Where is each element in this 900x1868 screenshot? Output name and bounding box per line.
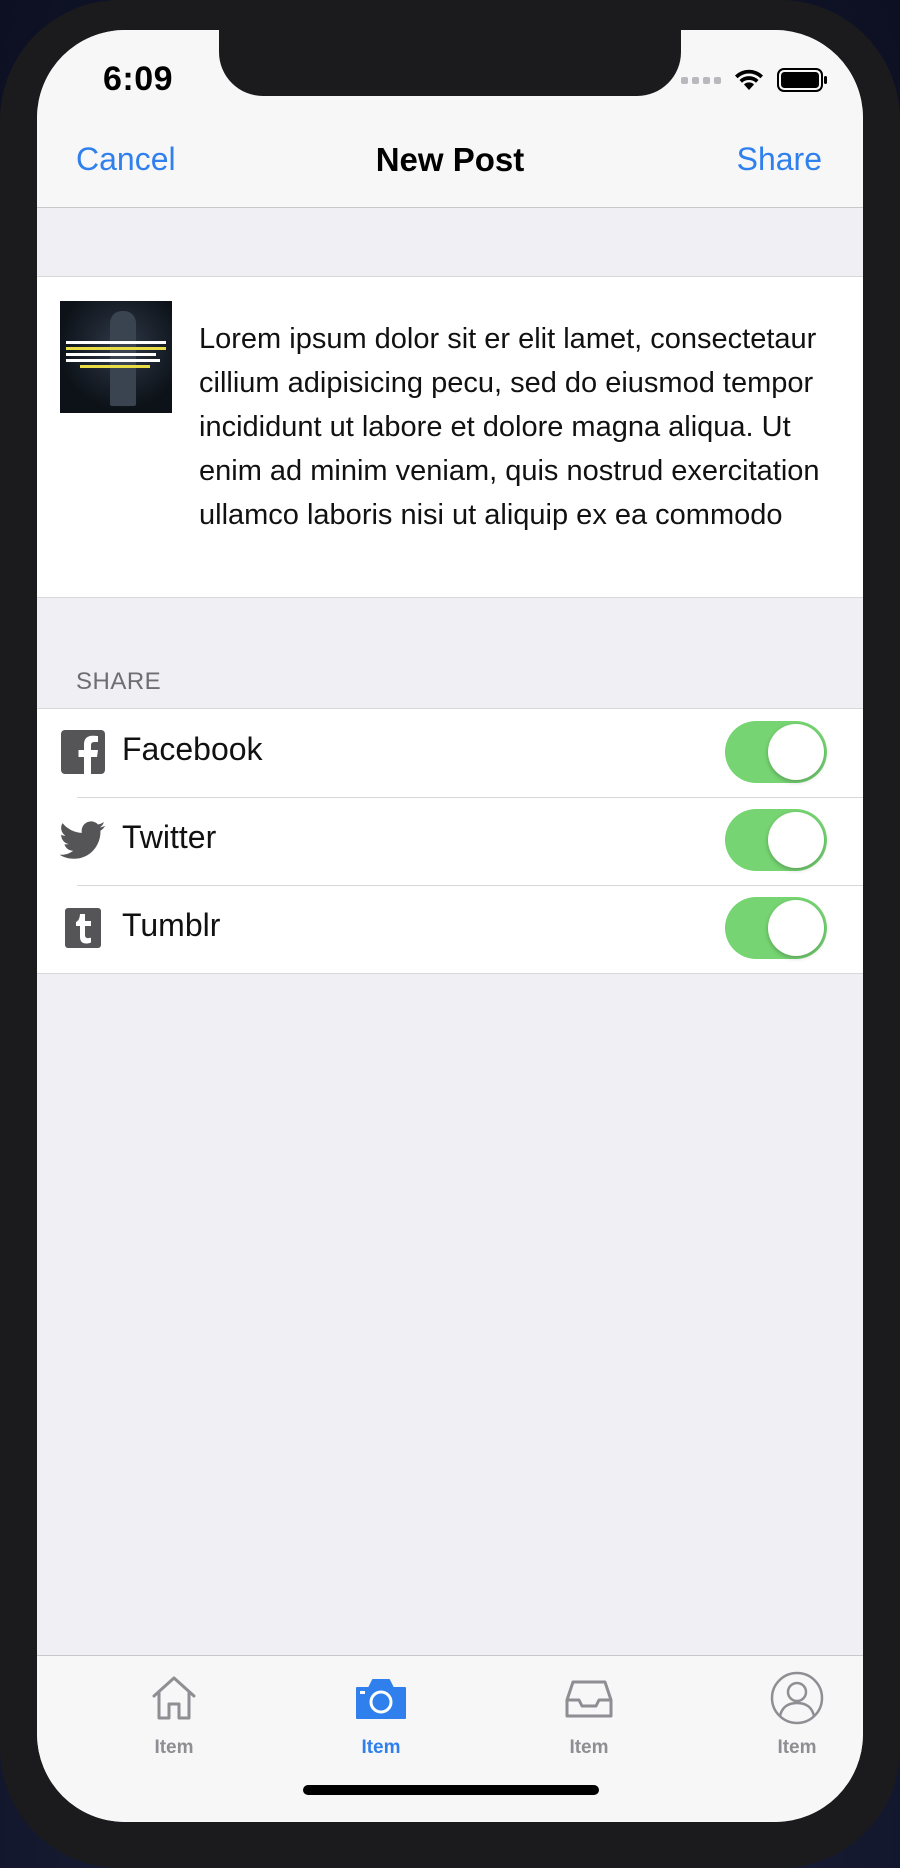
tab-home[interactable]: Item [104, 1670, 244, 1759]
tab-label: Item [154, 1737, 194, 1758]
post-thumbnail[interactable] [60, 301, 172, 413]
share-button[interactable]: Share [737, 141, 822, 178]
tab-camera[interactable]: Item [311, 1670, 451, 1759]
app-screen: Cancel New Post Share 6:09 Lorem ipsum d… [37, 30, 863, 1822]
cellular-signal-icon [681, 76, 721, 84]
tumblr-icon [65, 908, 101, 948]
share-row-label: Twitter [122, 819, 217, 855]
tumblr-toggle[interactable] [725, 897, 827, 959]
tab-profile[interactable]: Item [727, 1670, 863, 1759]
share-section-header: SHARE [76, 668, 162, 695]
status-icons [681, 68, 829, 92]
share-options-list: Facebook Twitter Tumblr [37, 708, 863, 974]
device-notch [219, 30, 681, 96]
share-row-label: Tumblr [122, 907, 221, 943]
profile-icon [770, 1671, 824, 1725]
tab-label: Item [777, 1737, 817, 1758]
share-row-tumblr[interactable]: Tumblr [37, 885, 863, 973]
home-indicator[interactable] [303, 1785, 599, 1795]
camera-icon [356, 1679, 406, 1719]
share-row-twitter[interactable]: Twitter [37, 797, 863, 885]
battery-icon [777, 68, 827, 92]
twitter-toggle[interactable] [725, 809, 827, 871]
tab-label: Item [361, 1737, 401, 1758]
share-row-label: Facebook [122, 731, 263, 767]
twitter-icon [60, 821, 106, 859]
tab-inbox[interactable]: Item [519, 1670, 659, 1759]
home-icon [152, 1676, 196, 1720]
facebook-toggle[interactable] [725, 721, 827, 783]
phone-frame: Cancel New Post Share 6:09 Lorem ipsum d… [0, 0, 900, 1868]
tab-label: Item [569, 1737, 609, 1758]
post-composer: Lorem ipsum dolor sit er elit lamet, con… [37, 276, 863, 598]
tab-bar: Item Item Item Item [37, 1655, 863, 1822]
wifi-icon [735, 69, 763, 90]
facebook-icon [61, 730, 105, 774]
inbox-icon [565, 1680, 613, 1718]
status-time: 6:09 [103, 60, 174, 98]
share-row-facebook[interactable]: Facebook [37, 709, 863, 797]
post-caption[interactable]: Lorem ipsum dolor sit er elit lamet, con… [199, 317, 829, 537]
